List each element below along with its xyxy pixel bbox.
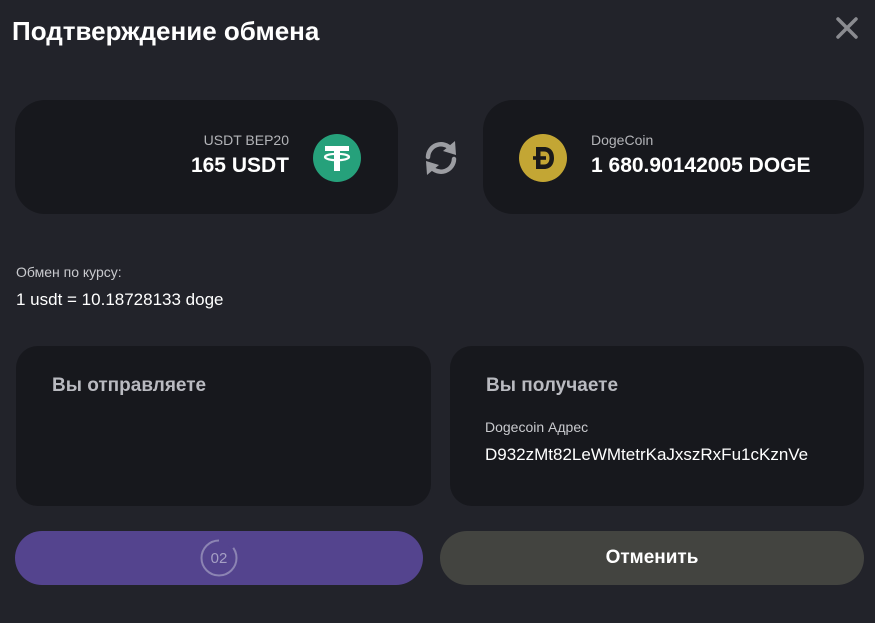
receive-section-title: Вы получаете	[486, 375, 619, 396]
address-label: Dogecoin Адрес	[485, 419, 589, 435]
to-currency-info: DogeCoin 1 680.90142005 DOGE	[591, 132, 811, 178]
to-network-label: DogeCoin	[591, 132, 654, 148]
from-amount: 165 USDT	[190, 154, 289, 177]
dogecoin-address: D932zMt82LeWMtetrKaJxszRxFu1cKznVe	[485, 445, 809, 464]
confirm-button[interactable]: 02	[15, 531, 423, 585]
close-icon[interactable]	[833, 14, 861, 42]
refresh-icon[interactable]	[420, 137, 462, 179]
dogecoin-icon	[519, 134, 567, 182]
dialog-title: Подтверждение обмена	[12, 16, 320, 46]
from-currency-card: USDT BEP20 165 USDT	[15, 100, 398, 214]
to-currency-card: DogeCoin 1 680.90142005 DOGE	[483, 100, 864, 214]
to-amount: 1 680.90142005 DOGE	[591, 154, 811, 177]
cancel-button[interactable]: Отменить	[440, 531, 864, 585]
from-currency-info: USDT BEP20 165 USDT	[191, 132, 289, 178]
send-section: Вы отправляете	[16, 346, 431, 506]
receive-section: Вы получаете Dogecoin Адрес D932zMt82LeW…	[450, 346, 864, 506]
from-network-label: USDT BEP20	[203, 132, 289, 148]
countdown-timer: 02	[199, 538, 239, 578]
rate-value: 1 usdt = 10.18728133 doge	[16, 290, 224, 309]
rate-label: Обмен по курсу:	[16, 264, 122, 280]
send-section-title: Вы отправляете	[52, 375, 207, 396]
tether-icon	[313, 134, 361, 182]
timer-value: 02	[210, 549, 228, 567]
